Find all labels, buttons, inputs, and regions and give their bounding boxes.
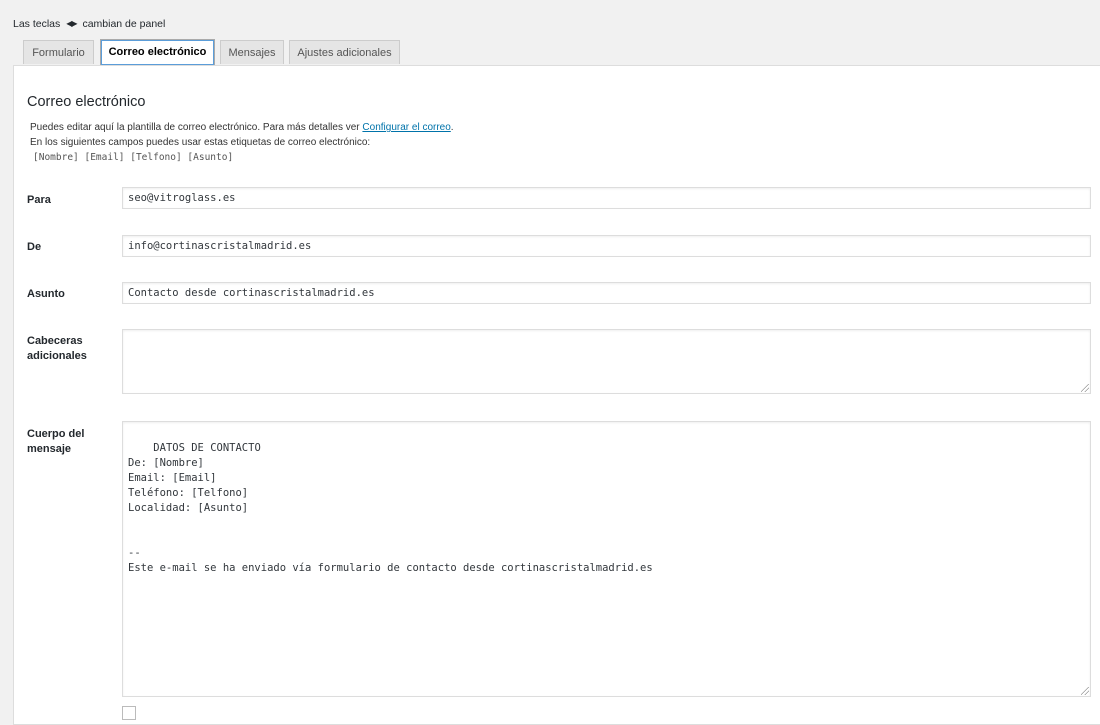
mail-settings-panel: Correo electrónico Puedes editar aquí la… (13, 65, 1100, 725)
body-label: Cuerpo del mensaje (27, 428, 85, 455)
resize-handle-icon[interactable] (1081, 384, 1089, 392)
body-value: DATOS DE CONTACTO De: [Nombre] Email: [E… (128, 442, 653, 574)
to-input[interactable]: seo@vitroglass.es (122, 187, 1091, 209)
subject-label: Asunto (27, 288, 65, 300)
section-title: Correo electrónico (27, 94, 146, 110)
tab-ajustes-adicionales[interactable]: Ajustes adicionales (289, 40, 400, 64)
resize-handle-icon[interactable] (1081, 687, 1089, 695)
description-text: Puedes editar aquí la plantilla de corre… (30, 122, 363, 133)
option-checkbox[interactable] (122, 706, 136, 720)
left-right-arrows-icon: ◀▶ (66, 19, 77, 28)
to-label: Para (27, 194, 51, 206)
from-label: De (27, 241, 42, 253)
panel-hint: Las teclas ◀▶ cambian de panel (13, 18, 165, 30)
tab-mensajes[interactable]: Mensajes (220, 40, 284, 64)
body-textarea[interactable]: DATOS DE CONTACTO De: [Nombre] Email: [E… (122, 421, 1091, 697)
section-description: Puedes editar aquí la plantilla de corre… (30, 122, 454, 133)
headers-textarea[interactable] (122, 329, 1091, 394)
headers-label: Cabeceras adicionales (27, 335, 87, 362)
configure-mail-link[interactable]: Configurar el correo (362, 122, 450, 133)
description-end: . (450, 122, 454, 133)
hint-prefix: Las teclas (13, 18, 61, 30)
tab-correo-electronico[interactable]: Correo electrónico (100, 39, 215, 66)
tags-description: En los siguientes campos puedes usar est… (30, 137, 371, 148)
hint-suffix: cambian de panel (82, 18, 166, 30)
from-input[interactable]: info@cortinascristalmadrid.es (122, 235, 1091, 257)
tab-formulario[interactable]: Formulario (23, 40, 94, 64)
mail-tags: [Nombre] [Email] [Telfono] [Asunto] (33, 152, 234, 163)
subject-input[interactable]: Contacto desde cortinascristalmadrid.es (122, 282, 1091, 304)
